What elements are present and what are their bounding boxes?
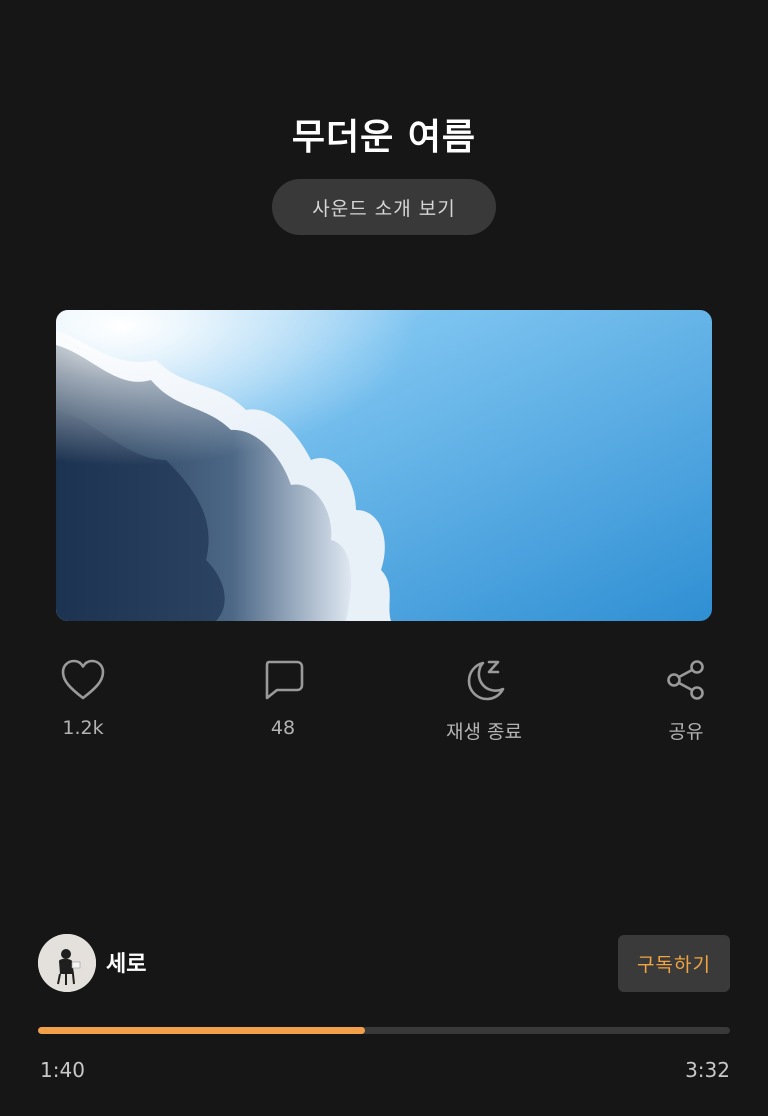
- share-button[interactable]: 공유: [631, 655, 741, 744]
- progress-bar[interactable]: [38, 1027, 730, 1034]
- progress-fill: [38, 1027, 365, 1034]
- cover-image: [56, 310, 712, 621]
- comment-button[interactable]: 48: [228, 655, 338, 739]
- creator-name[interactable]: 세로: [106, 946, 146, 978]
- creator-avatar[interactable]: [38, 934, 96, 992]
- share-icon: [661, 655, 711, 705]
- share-label: 공유: [668, 721, 704, 743]
- comment-icon: [258, 655, 308, 705]
- like-button[interactable]: 1.2k: [28, 655, 138, 739]
- comment-count: 48: [270, 717, 296, 739]
- sound-intro-button[interactable]: 사운드 소개 보기: [272, 179, 496, 235]
- sleep-timer-button[interactable]: 재생 종료: [429, 655, 539, 744]
- current-time: 1:40: [40, 1058, 85, 1082]
- total-time: 3:32: [685, 1058, 730, 1082]
- heart-icon: [58, 655, 108, 705]
- sleep-timer-label: 재생 종료: [446, 721, 522, 743]
- track-title: 무더운 여름: [291, 117, 477, 158]
- subscribe-button[interactable]: 구독하기: [618, 935, 730, 992]
- like-count: 1.2k: [62, 717, 104, 739]
- sleep-timer-icon: [459, 655, 509, 705]
